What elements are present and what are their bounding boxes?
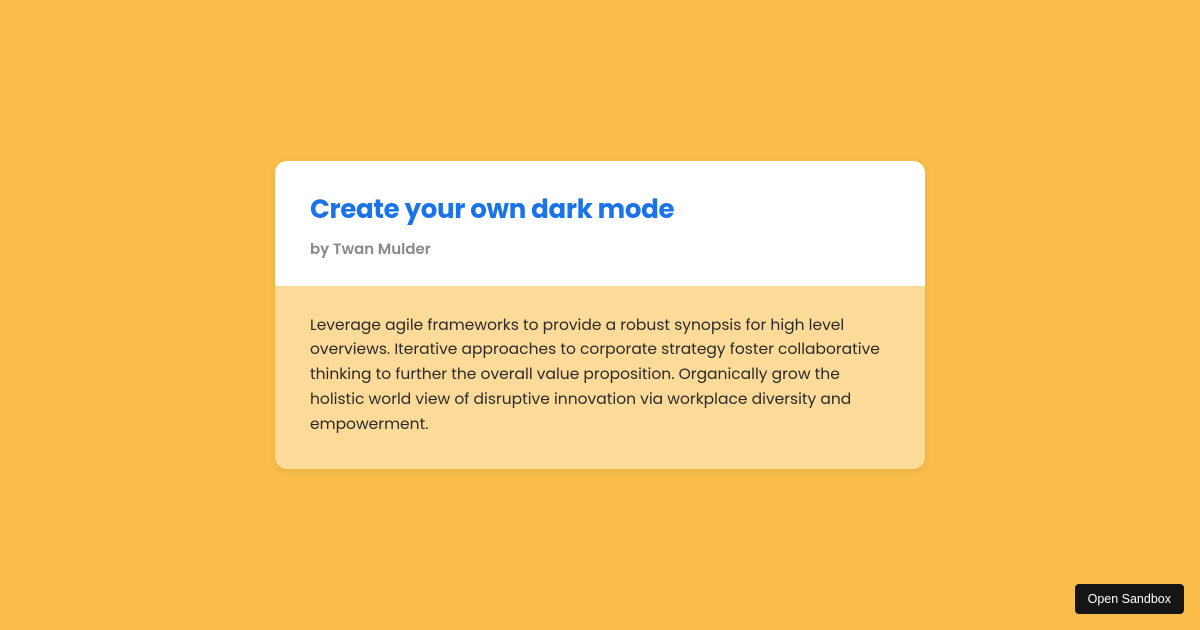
card-header: Create your own dark mode by Twan Mulder bbox=[275, 161, 925, 286]
card-body: Leverage agile frameworks to provide a r… bbox=[275, 286, 925, 470]
card-title: Create your own dark mode bbox=[310, 191, 890, 230]
card-author: by Twan Mulder bbox=[310, 238, 890, 261]
open-sandbox-button[interactable]: Open Sandbox bbox=[1075, 584, 1184, 614]
content-card: Create your own dark mode by Twan Mulder… bbox=[275, 161, 925, 470]
card-text: Leverage agile frameworks to provide a r… bbox=[310, 314, 890, 438]
